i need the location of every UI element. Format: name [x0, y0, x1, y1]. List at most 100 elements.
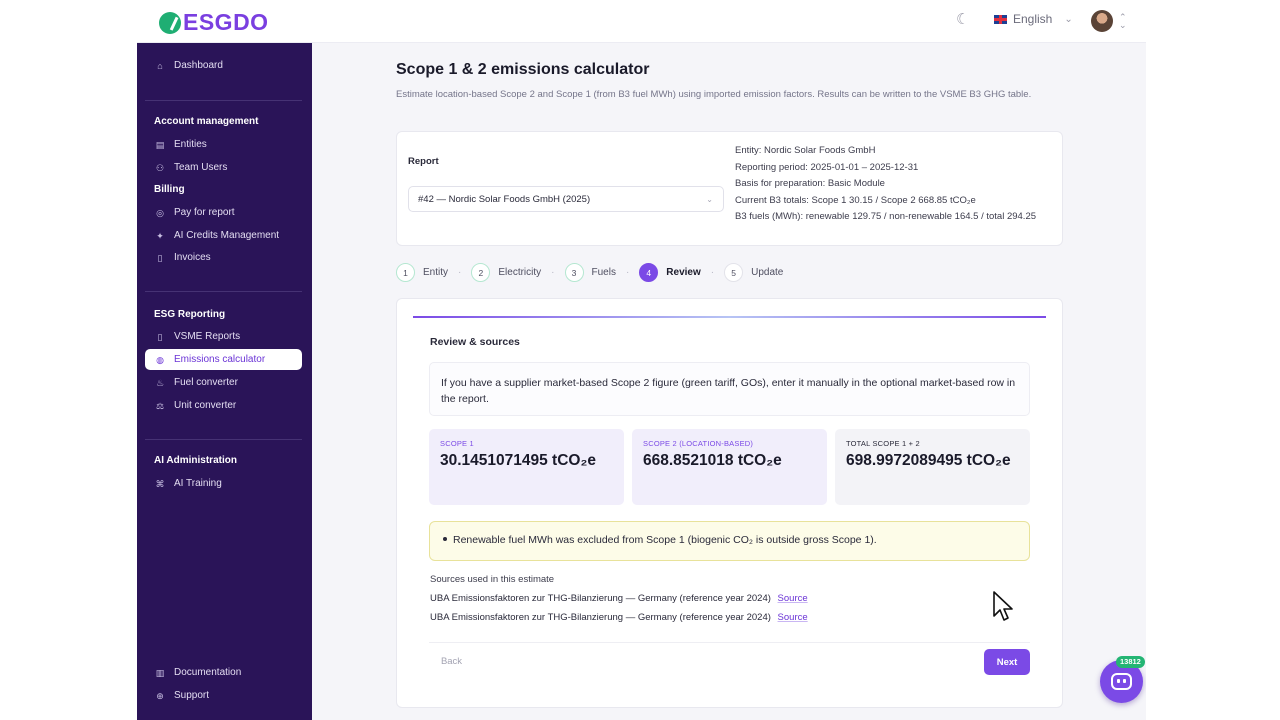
sidebar-item-label: Pay for report — [174, 207, 235, 218]
sidebar-item-support[interactable]: ⊕ Support — [145, 685, 302, 706]
step-number: 1 — [396, 263, 415, 282]
users-icon: ⚇ — [155, 162, 165, 173]
step-separator: · — [458, 267, 462, 278]
sidebar-item-team-users[interactable]: ⚇ Team Users — [145, 157, 302, 178]
right-margin — [1146, 0, 1280, 720]
report-select-value: #42 — Nordic Solar Foods GmbH (2025) — [418, 194, 591, 205]
book-icon: ▥ — [155, 667, 165, 678]
credits-badge: 13812 — [1116, 656, 1145, 668]
report-meta: Entity: Nordic Solar Foods GmbH Reportin… — [735, 144, 1055, 227]
mouse-cursor-icon — [993, 591, 1013, 621]
step-label: Electricity — [498, 267, 542, 278]
page-title: Scope 1 & 2 emissions calculator — [396, 61, 650, 78]
source-row: UBA Emissionsfaktoren zur THG-Bilanzieru… — [430, 593, 808, 604]
sidebar-item-dashboard[interactable]: ⌂ Dashboard — [145, 55, 302, 76]
step-separator: · — [625, 267, 630, 278]
next-button[interactable]: Next — [984, 649, 1030, 675]
section-account-management: Account management — [154, 116, 259, 127]
sidebar-divider — [145, 100, 302, 101]
total-caption: TOTAL SCOPE 1 + 2 — [846, 439, 920, 448]
warning-text: Renewable fuel MWh was excluded from Sco… — [453, 534, 877, 546]
sidebar-item-label: Invoices — [174, 252, 211, 263]
robot-icon — [1111, 673, 1132, 690]
sidebar-item-documentation[interactable]: ▥ Documentation — [145, 662, 302, 683]
sidebar-divider — [145, 291, 302, 292]
sidebar-item-fuel-converter[interactable]: ♨ Fuel converter — [145, 372, 302, 393]
step-entity[interactable]: 1 Entity — [396, 263, 448, 282]
sidebar-item-unit-converter[interactable]: ⚖ Unit converter — [145, 395, 302, 416]
source-link[interactable]: Source — [778, 612, 808, 623]
sidebar-item-label: AI Training — [174, 478, 222, 489]
chevron-updown-icon[interactable]: ⌃ ⌄ — [1119, 13, 1127, 30]
step-number: 2 — [471, 263, 491, 282]
source-link[interactable]: Source — [778, 593, 808, 604]
meta-basis: Basis for preparation: Basic Module — [735, 178, 885, 189]
step-number: 4 — [639, 263, 659, 282]
document-icon: ▯ — [157, 252, 163, 263]
lifebuoy-icon: ⊕ — [156, 690, 164, 701]
step-electricity[interactable]: 2 Electricity — [471, 263, 541, 282]
sidebar-divider — [145, 439, 302, 440]
source-row: UBA Emissionsfaktoren zur THG-Bilanzieru… — [430, 612, 808, 623]
sidebar-item-ai-credits[interactable]: ✦ AI Credits Management — [145, 225, 302, 246]
sidebar-item-entities[interactable]: ▤ Entities — [145, 134, 302, 155]
moon-icon[interactable]: ☾ — [956, 12, 972, 28]
sidebar-item-label: Emissions calculator — [174, 354, 266, 365]
sidebar-item-label: Documentation — [174, 667, 242, 678]
back-button[interactable]: Back — [429, 649, 474, 674]
building-icon: ▤ — [155, 139, 165, 150]
sidebar-item-vsme-reports[interactable]: ▯ VSME Reports — [145, 326, 302, 347]
sidebar-item-pay-for-report[interactable]: ◎ Pay for report — [145, 202, 302, 223]
scope1-stat: SCOPE 1 30.1451071495 tCO₂e — [429, 429, 624, 505]
step-number: 3 — [564, 263, 584, 282]
section-billing: Billing — [154, 184, 185, 195]
logo-leaf-icon — [159, 11, 181, 34]
avatar[interactable] — [1091, 10, 1113, 32]
meta-fuels: B3 fuels (MWh): renewable 129.75 / non-r… — [735, 211, 1037, 222]
scope1-caption: SCOPE 1 — [440, 439, 474, 448]
page-description: Estimate location-based Scope 2 and Scop… — [396, 89, 1032, 100]
sparkle-icon: ✦ — [156, 230, 164, 241]
sidebar-item-invoices[interactable]: ▯ Invoices — [145, 247, 302, 268]
top-bar: ESGDO ☾ English ⌄ ⌃ ⌄ — [137, 0, 1146, 43]
logo[interactable]: ESGDO — [159, 9, 269, 36]
chevron-down-icon: ⌄ — [706, 195, 713, 204]
step-update[interactable]: 5 Update — [724, 263, 783, 282]
sidebar-item-ai-training[interactable]: ⌘ AI Training — [145, 473, 302, 494]
language-selector[interactable]: English ⌄ — [994, 12, 1073, 26]
report-card: Report #42 — Nordic Solar Foods GmbH (20… — [396, 131, 1063, 246]
review-card: Review & sources If you have a supplier … — [396, 298, 1063, 708]
renewable-warning: Renewable fuel MWh was excluded from Sco… — [429, 521, 1030, 561]
document-icon: ▯ — [157, 331, 163, 342]
sidebar-item-label: Dashboard — [174, 60, 223, 71]
chevron-down-icon: ⌄ — [1064, 13, 1073, 25]
progress-accent-bar — [413, 316, 1046, 318]
meta-entity: Entity: Nordic Solar Foods GmbH — [735, 145, 876, 156]
globe-icon: ◍ — [156, 354, 164, 365]
total-stat: TOTAL SCOPE 1 + 2 698.9972089495 tCO₂e — [835, 429, 1030, 505]
market-based-note: If you have a supplier market-based Scop… — [429, 362, 1030, 416]
source-text: UBA Emissionsfaktoren zur THG-Bilanzieru… — [430, 593, 771, 604]
graduation-cap-icon: ⌘ — [155, 478, 165, 489]
step-review[interactable]: 4 Review — [639, 263, 701, 282]
sidebar-item-label: Fuel converter — [174, 377, 238, 388]
scope2-caption: SCOPE 2 (LOCATION-BASED) — [643, 439, 754, 448]
sidebar-item-label: Support — [174, 690, 210, 701]
scale-icon: ⚖ — [155, 400, 165, 411]
step-label: Update — [751, 267, 784, 278]
sidebar-item-label: AI Credits Management — [174, 230, 280, 241]
step-fuels[interactable]: 3 Fuels — [564, 263, 616, 282]
step-label: Review — [666, 267, 701, 278]
report-select[interactable]: #42 — Nordic Solar Foods GmbH (2025) ⌄ — [408, 186, 724, 212]
step-label: Entity — [423, 267, 449, 278]
sidebar-item-label: VSME Reports — [174, 331, 241, 342]
home-icon: ⌂ — [157, 60, 163, 71]
source-text: UBA Emissionsfaktoren zur THG-Bilanzieru… — [430, 612, 771, 623]
report-label: Report — [408, 156, 439, 167]
sidebar-item-emissions-calculator[interactable]: ◍ Emissions calculator — [145, 349, 302, 370]
step-label: Fuels — [591, 267, 616, 278]
step-number: 5 — [724, 263, 744, 282]
coin-icon: ◎ — [156, 207, 164, 218]
sidebar: ⌂ Dashboard Account management ▤ Entitie… — [137, 43, 312, 720]
section-esg-reporting: ESG Reporting — [154, 309, 226, 320]
